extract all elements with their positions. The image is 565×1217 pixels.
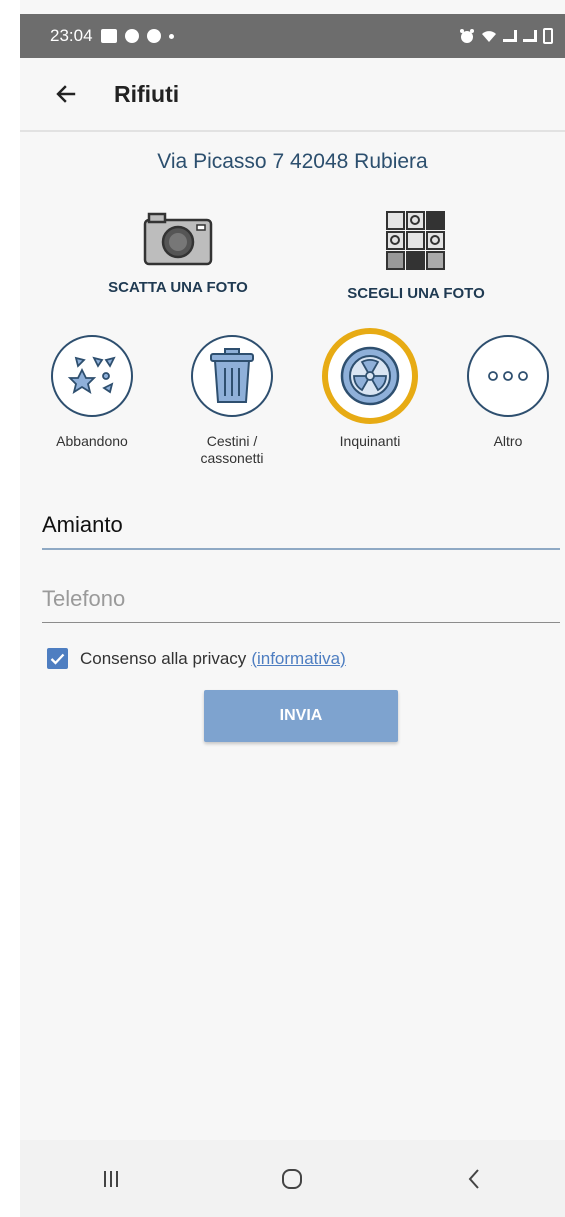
recents-button[interactable]	[81, 1154, 141, 1204]
wifi-icon	[482, 31, 496, 42]
app-bar: Rifiuti	[20, 58, 565, 132]
privacy-consent: Consenso alla privacy (informativa)	[47, 648, 346, 669]
choose-photo-label: SCEGLI UNA FOTO	[347, 285, 485, 302]
gallery-icon	[100, 29, 117, 43]
scattered-debris-icon	[67, 356, 116, 394]
alarm-icon	[460, 29, 474, 43]
category-selector: Abbandono Cestini / cassonetti Inquinant…	[20, 328, 565, 485]
system-nav-bar	[20, 1140, 565, 1217]
signal-icon	[523, 30, 537, 42]
status-time: 23:04	[50, 26, 93, 45]
category-inquinanti[interactable]: Inquinanti	[310, 328, 430, 450]
page-title: Rifiuti	[114, 80, 180, 107]
category-label: Abbandono	[56, 433, 128, 449]
phone-underline	[42, 622, 560, 623]
category-altro[interactable]: Altro	[448, 335, 565, 450]
category-abbandono[interactable]: Abbandono	[32, 335, 152, 450]
battery-icon	[543, 28, 553, 44]
choose-photo-button[interactable]: SCEGLI UNA FOTO	[326, 210, 506, 302]
camera-icon	[143, 212, 213, 266]
home-button[interactable]	[262, 1154, 322, 1204]
category-circle	[191, 335, 273, 417]
dot-icon	[168, 33, 174, 39]
recents-icon	[103, 1170, 118, 1187]
privacy-checkbox[interactable]	[47, 648, 68, 669]
description-underline	[42, 548, 560, 550]
take-photo-button[interactable]: SCATTA UNA FOTO	[88, 210, 268, 296]
category-cestini[interactable]: Cestini / cassonetti	[172, 335, 292, 467]
take-photo-label: SCATTA UNA FOTO	[108, 279, 248, 296]
phone-field	[42, 586, 560, 623]
facebook-icon	[146, 29, 161, 43]
description-field	[42, 512, 560, 550]
home-icon	[282, 1168, 303, 1189]
back-button[interactable]	[36, 64, 96, 124]
arrow-left-icon	[56, 85, 76, 103]
category-circle	[467, 335, 549, 417]
trash-bin-icon	[210, 348, 254, 403]
radiation-icon	[340, 346, 400, 406]
facebook-icon	[124, 29, 139, 43]
category-circle	[51, 335, 133, 417]
privacy-info-link[interactable]: (informativa)	[251, 649, 345, 669]
signal-icon	[503, 30, 517, 42]
back-icon	[468, 1168, 479, 1189]
submit-button[interactable]: INVIA	[204, 690, 398, 742]
privacy-label: Consenso alla privacy	[80, 648, 247, 668]
category-label: Cestini / cassonetti	[200, 433, 264, 466]
address-label: Via Picasso 7 42048 Rubiera	[157, 150, 428, 173]
category-label: Altro	[493, 433, 523, 449]
status-bar: 23:04	[20, 14, 565, 58]
phone-screen: 23:04 Rifiuti Via Picasso 7 42048 Rubier…	[20, 0, 565, 1217]
category-circle-selected	[322, 328, 418, 424]
phone-input[interactable]	[42, 586, 560, 622]
check-icon	[50, 653, 65, 665]
nav-back-button[interactable]	[444, 1154, 504, 1204]
more-dots-icon	[488, 371, 528, 381]
category-label: Inquinanti	[339, 433, 401, 449]
gallery-grid-icon	[386, 211, 445, 270]
description-input[interactable]	[42, 512, 560, 548]
